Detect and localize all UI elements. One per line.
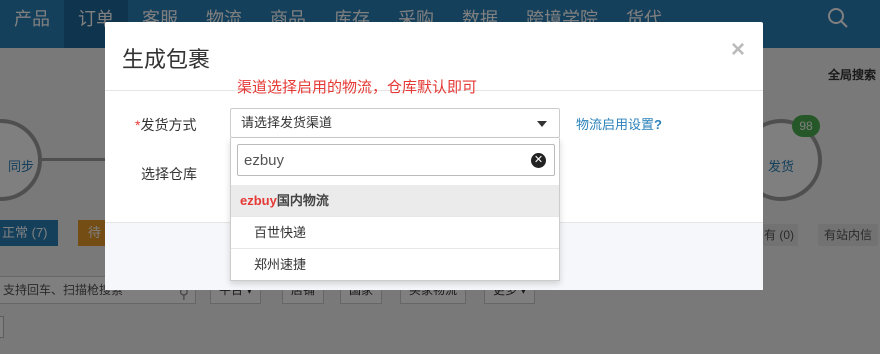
- channel-search-box[interactable]: ✕: [237, 144, 555, 176]
- close-icon[interactable]: ×: [731, 38, 745, 62]
- warehouse-label: 选择仓库: [141, 166, 197, 182]
- option-zhengzhou-sujie[interactable]: 郑州速捷: [231, 248, 559, 279]
- help-question-mark: ?: [654, 117, 662, 132]
- chevron-down-icon: [537, 121, 547, 127]
- shipping-channel-select[interactable]: 请选择发货渠道: [230, 108, 560, 138]
- clear-icon[interactable]: ✕: [531, 153, 546, 168]
- logistics-enable-settings-link[interactable]: 物流启用设置?: [576, 114, 662, 133]
- shipping-method-label: *发货方式: [135, 115, 196, 135]
- shipping-channel-value: 请选择发货渠道: [241, 115, 333, 130]
- group-label-rest: 国内物流: [276, 193, 329, 208]
- option-best-express[interactable]: 百世快递: [231, 216, 559, 247]
- annotation-hint: 渠道选择启用的物流，仓库默认即可: [237, 79, 478, 96]
- help-link-text: 物流启用设置: [576, 117, 655, 132]
- shipping-channel-dropdown: ✕ ezbuy国内物流 百世快递 郑州速捷: [230, 138, 560, 281]
- group-match-highlight: ezbuy: [240, 193, 277, 208]
- shipping-method-text: 发货方式: [140, 117, 197, 133]
- dialog-title: 生成包裹: [122, 47, 211, 72]
- channel-search-input[interactable]: [238, 145, 528, 175]
- option-group-ezbuy-domestic: ezbuy国内物流: [231, 185, 559, 216]
